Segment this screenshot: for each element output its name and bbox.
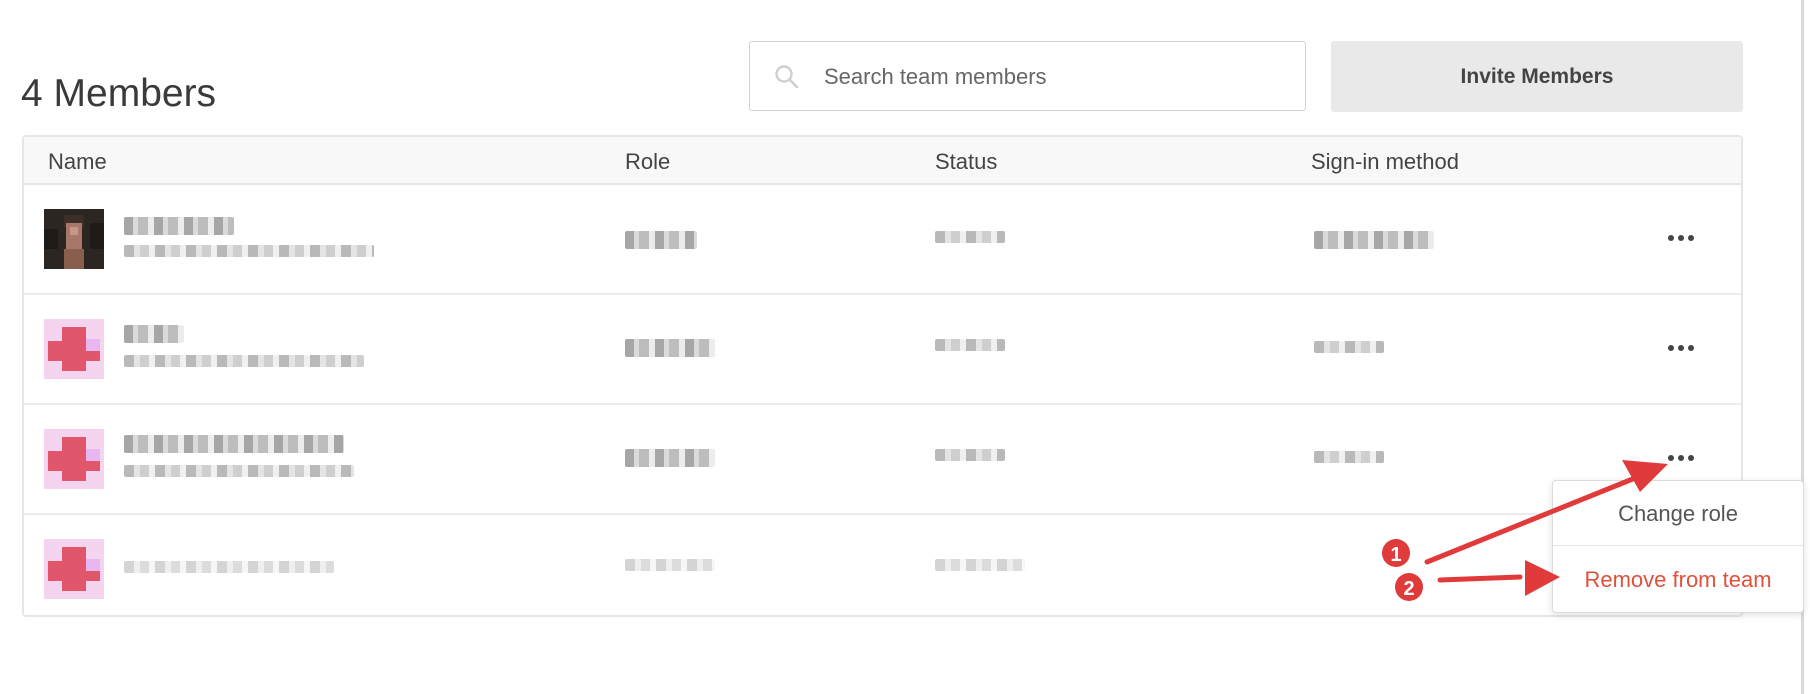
table-row[interactable] bbox=[24, 405, 1741, 515]
avatar bbox=[44, 539, 104, 599]
redacted-name bbox=[124, 217, 234, 235]
redacted-status bbox=[935, 559, 1025, 571]
more-options-icon[interactable] bbox=[1661, 223, 1701, 253]
search-box[interactable] bbox=[749, 41, 1306, 112]
menu-divider bbox=[1553, 545, 1803, 546]
change-role-menu-item[interactable]: Change role bbox=[1553, 501, 1803, 527]
invite-members-button[interactable]: Invite Members bbox=[1331, 41, 1743, 112]
redacted-name bbox=[124, 435, 344, 453]
redacted-email bbox=[124, 355, 364, 367]
column-header-role[interactable]: Role bbox=[625, 149, 670, 175]
redacted-sign-in-method bbox=[1314, 451, 1384, 463]
avatar bbox=[44, 319, 104, 379]
redacted-sign-in-method bbox=[1314, 341, 1384, 353]
column-header-sign-in-method[interactable]: Sign-in method bbox=[1311, 149, 1459, 175]
column-header-status[interactable]: Status bbox=[935, 149, 997, 175]
avatar bbox=[44, 429, 104, 489]
search-icon bbox=[774, 64, 800, 90]
redacted-name bbox=[124, 561, 334, 573]
redacted-role bbox=[625, 231, 697, 249]
redacted-role bbox=[625, 559, 715, 571]
table-row[interactable] bbox=[24, 515, 1741, 623]
avatar bbox=[44, 209, 104, 269]
redacted-name bbox=[124, 325, 184, 343]
redacted-sign-in-method bbox=[1314, 231, 1434, 249]
redacted-role bbox=[625, 449, 715, 467]
column-header-name[interactable]: Name bbox=[48, 149, 107, 175]
members-table: Name Role Status Sign-in method bbox=[22, 135, 1743, 617]
row-context-menu: Change role Remove from team bbox=[1552, 480, 1804, 613]
redacted-status bbox=[935, 339, 1005, 351]
more-options-icon[interactable] bbox=[1661, 443, 1701, 473]
table-header: Name Role Status Sign-in method bbox=[24, 137, 1741, 185]
table-row[interactable] bbox=[24, 295, 1741, 405]
search-input[interactable] bbox=[822, 42, 1286, 112]
redacted-email bbox=[124, 465, 354, 477]
redacted-role bbox=[625, 339, 715, 357]
table-row[interactable] bbox=[24, 185, 1741, 295]
redacted-status bbox=[935, 231, 1005, 243]
page-title: 4 Members bbox=[21, 72, 217, 116]
remove-from-team-menu-item[interactable]: Remove from team bbox=[1553, 567, 1803, 593]
more-options-icon[interactable] bbox=[1661, 333, 1701, 363]
redacted-email bbox=[124, 245, 374, 257]
redacted-status bbox=[935, 449, 1005, 461]
